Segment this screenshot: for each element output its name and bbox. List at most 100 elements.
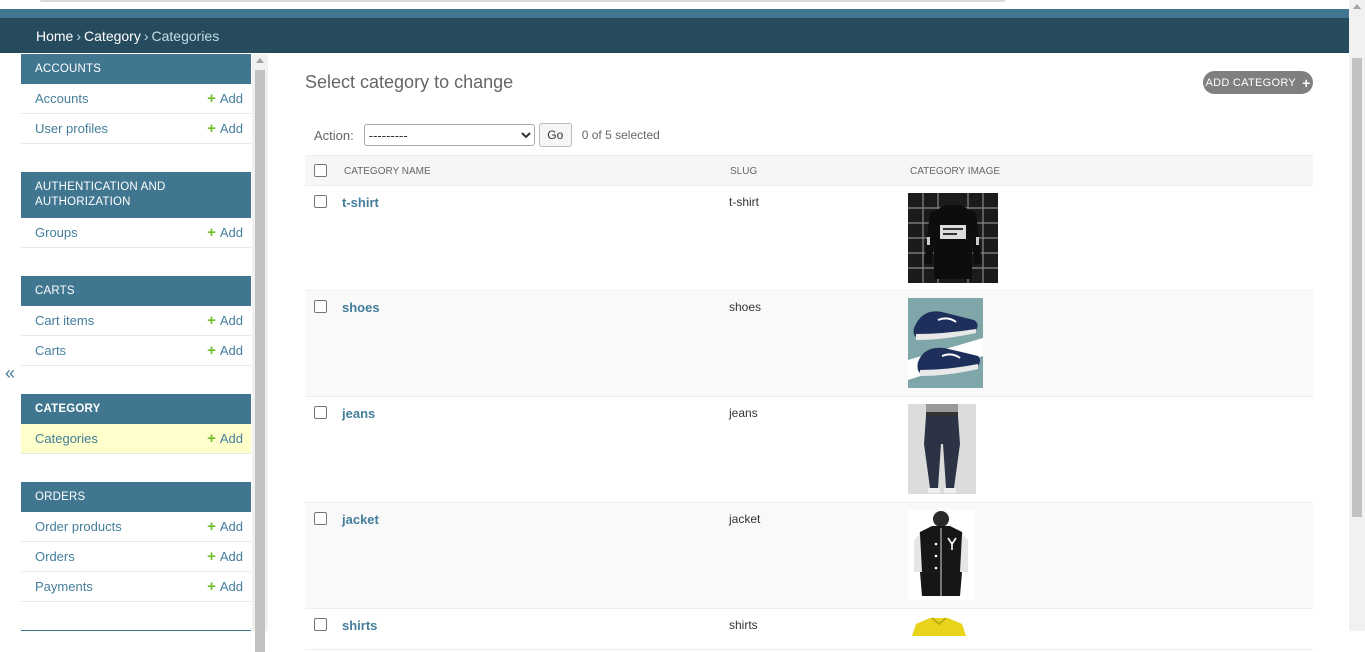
add-payments-link[interactable]: + Add xyxy=(207,578,243,595)
plus-icon: + xyxy=(1302,74,1311,91)
category-name-link[interactable]: jacket xyxy=(342,512,379,527)
breadcrumb-category-link[interactable]: Category xyxy=(84,28,141,44)
module-carts: CARTS Cart items + Add Carts + Add xyxy=(21,276,251,366)
result-list-table: CATEGORY NAME SLUG CATEGORY IMAGE t-shir… xyxy=(305,155,1313,650)
yellow-shirt-image xyxy=(908,616,970,636)
add-categories-link[interactable]: + Add xyxy=(207,430,243,447)
action-label: Action: xyxy=(314,127,354,143)
row-checkbox[interactable] xyxy=(314,195,327,208)
sidebar-item-user-profiles[interactable]: User profiles + Add xyxy=(21,114,251,144)
sidebar-scrollbar[interactable] xyxy=(252,54,268,652)
black-sweatshirt-image xyxy=(908,193,998,283)
module-category: CATEGORY Categories + Add xyxy=(21,394,251,454)
table-row: jeans jeans xyxy=(305,397,1313,503)
add-category-label: ADD CATEGORY xyxy=(1205,76,1297,89)
table-row: shoes shoes xyxy=(305,291,1313,397)
dark-jeans-image xyxy=(908,404,976,494)
table-row: t-shirt t-shirt xyxy=(305,186,1313,291)
selection-counter: 0 of 5 selected xyxy=(581,128,660,142)
sidebar-item-label[interactable]: Carts xyxy=(35,343,66,358)
category-name-link[interactable]: jeans xyxy=(342,406,375,421)
column-header-category-image[interactable]: CATEGORY IMAGE xyxy=(910,166,1000,177)
add-user-profiles-link[interactable]: + Add xyxy=(207,120,243,137)
category-slug: jacket xyxy=(729,512,761,526)
go-button[interactable]: Go xyxy=(538,123,572,147)
plus-icon: + xyxy=(207,120,216,137)
table-row: shirts shirts xyxy=(305,609,1313,650)
sidebar-item-label[interactable]: Cart items xyxy=(35,313,94,328)
row-checkbox[interactable] xyxy=(314,406,327,419)
admin-header-bar xyxy=(0,9,1349,18)
add-orders-link[interactable]: + Add xyxy=(207,548,243,565)
breadcrumb-separator: › xyxy=(143,28,149,44)
sidebar-item-cart-items[interactable]: Cart items + Add xyxy=(21,306,251,336)
sidebar-item-payments[interactable]: Payments + Add xyxy=(21,572,251,602)
add-order-products-link[interactable]: + Add xyxy=(207,518,243,535)
category-slug: t-shirt xyxy=(729,195,759,209)
category-slug: shoes xyxy=(729,300,762,314)
module-caption-carts[interactable]: CARTS xyxy=(21,276,251,306)
add-groups-link[interactable]: + Add xyxy=(207,224,243,241)
sidebar-item-orders[interactable]: Orders + Add xyxy=(21,542,251,572)
scroll-up-arrow-icon[interactable] xyxy=(1353,4,1361,9)
module-accounts: ACCOUNTS Accounts + Add User profiles + Ad… xyxy=(21,54,251,144)
browser-top-strip xyxy=(0,0,1349,9)
plus-icon: + xyxy=(207,224,216,241)
plus-icon: + xyxy=(207,518,216,535)
sidebar-item-groups[interactable]: Groups + Add xyxy=(21,218,251,248)
sidebar-item-label[interactable]: Accounts xyxy=(35,91,88,106)
window-scrollbar[interactable] xyxy=(1349,0,1365,631)
sidebar-item-order-products[interactable]: Order products + Add xyxy=(21,512,251,542)
scroll-up-arrow-icon[interactable] xyxy=(256,58,264,63)
sidebar-item-accounts[interactable]: Accounts + Add xyxy=(21,84,251,114)
row-checkbox[interactable] xyxy=(314,512,327,525)
column-header-category-name[interactable]: CATEGORY NAME xyxy=(344,166,431,177)
sidebar-item-label[interactable]: Payments xyxy=(35,579,93,594)
row-checkbox[interactable] xyxy=(314,618,327,631)
module-caption-orders[interactable]: ORDERS xyxy=(21,482,251,512)
module-caption-auth[interactable]: AUTHENTICATION AND AUTHORIZATION xyxy=(21,172,251,218)
plus-icon: + xyxy=(207,578,216,595)
plus-icon: + xyxy=(207,90,216,107)
module-auth: AUTHENTICATION AND AUTHORIZATION Groups … xyxy=(21,172,251,248)
sidebar-item-label[interactable]: User profiles xyxy=(35,121,108,136)
category-slug: shirts xyxy=(729,618,758,632)
module-caption-accounts[interactable]: ACCOUNTS xyxy=(21,54,251,84)
add-carts-link[interactable]: + Add xyxy=(207,342,243,359)
plus-icon: + xyxy=(207,548,216,565)
table-header: CATEGORY NAME SLUG CATEGORY IMAGE xyxy=(305,155,1313,186)
plus-icon: + xyxy=(207,430,216,447)
select-all-checkbox[interactable] xyxy=(314,164,327,177)
collapse-sidebar-icon[interactable]: « xyxy=(5,363,15,384)
blue-sneakers-image xyxy=(908,298,983,388)
breadcrumb-separator: › xyxy=(76,28,82,44)
sidebar-item-label[interactable]: Groups xyxy=(35,225,78,240)
browser-address-edge xyxy=(40,0,1005,2)
sidebar-item-carts[interactable]: Carts + Add xyxy=(21,336,251,366)
sidebar-item-label[interactable]: Orders xyxy=(35,549,75,564)
sidebar-item-label[interactable]: Order products xyxy=(35,519,122,534)
sidebar-item-categories[interactable]: Categories + Add xyxy=(21,424,251,454)
breadcrumb-current: Categories xyxy=(151,28,220,44)
category-name-link[interactable]: shoes xyxy=(342,300,380,315)
breadcrumb: Home › Category › Categories xyxy=(0,18,1349,53)
actions-bar: Action: --------- Go 0 of 5 selected xyxy=(305,123,660,147)
category-name-link[interactable]: t-shirt xyxy=(342,195,379,210)
sidebar-nav: ACCOUNTS Accounts + Add User profiles + Ad… xyxy=(21,54,251,631)
window-scrollbar-thumb[interactable] xyxy=(1352,58,1362,517)
table-row: jacket jacket xyxy=(305,503,1313,609)
add-accounts-link[interactable]: + Add xyxy=(207,90,243,107)
column-header-slug[interactable]: SLUG xyxy=(730,166,757,177)
add-cart-items-link[interactable]: + Add xyxy=(207,312,243,329)
add-category-button[interactable]: ADD CATEGORY + xyxy=(1203,71,1313,94)
row-checkbox[interactable] xyxy=(314,300,327,313)
sidebar-item-label[interactable]: Categories xyxy=(35,431,98,446)
category-slug: jeans xyxy=(729,406,758,420)
sidebar-scrollbar-thumb[interactable] xyxy=(255,70,265,652)
module-caption-category[interactable]: CATEGORY xyxy=(21,394,251,424)
varsity-jacket-image xyxy=(908,510,974,600)
plus-icon: + xyxy=(207,312,216,329)
plus-icon: + xyxy=(207,342,216,359)
breadcrumb-home-link[interactable]: Home xyxy=(36,28,73,44)
action-select[interactable]: --------- xyxy=(363,124,535,146)
